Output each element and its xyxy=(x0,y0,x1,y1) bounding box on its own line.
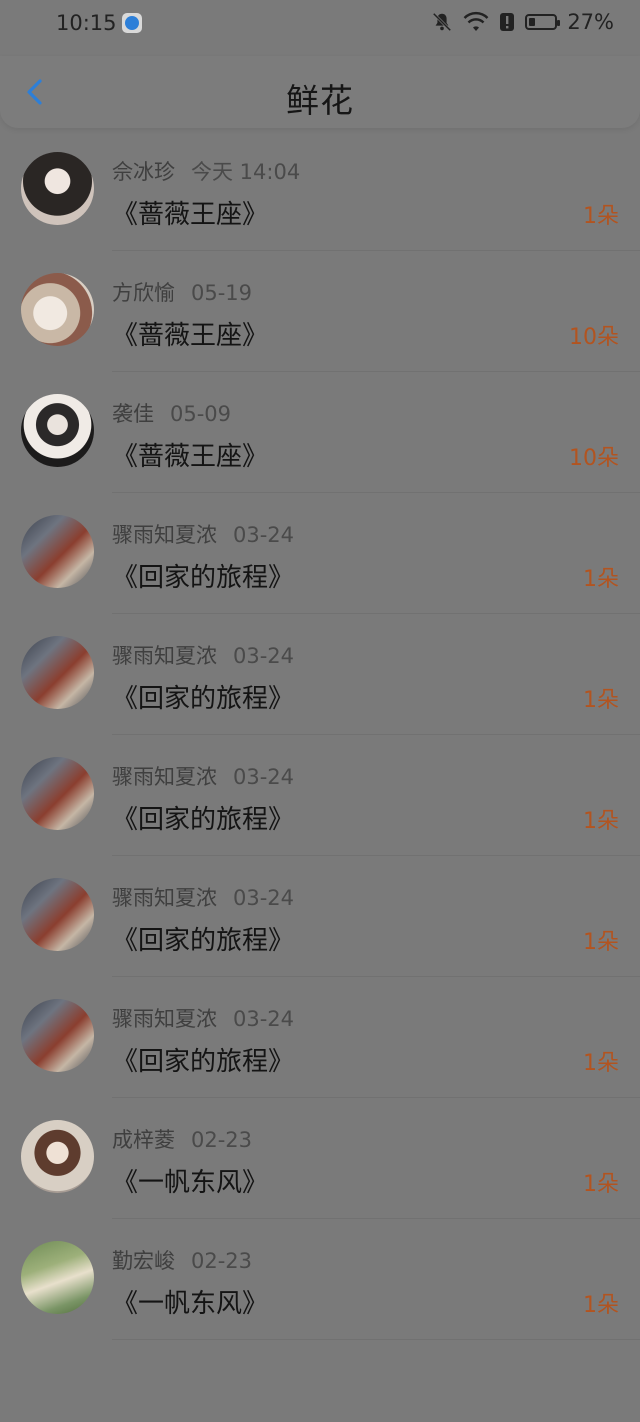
header: 鲜花 xyxy=(0,56,640,128)
list-item[interactable]: 成梓菱 02-23 《一帆东风》 1朵 xyxy=(0,1098,640,1219)
sender-name[interactable]: 骤雨知夏浓 xyxy=(112,644,217,668)
divider xyxy=(112,1339,640,1340)
alert-icon xyxy=(500,13,515,31)
gift-count: 1朵 xyxy=(583,688,619,713)
status-time: 10:15 xyxy=(56,11,117,35)
avatar[interactable] xyxy=(21,1120,94,1193)
gift-name: 《一帆东风》 xyxy=(112,1289,269,1319)
battery-percent: 27% xyxy=(567,10,614,34)
gift-name: 《蔷薇王座》 xyxy=(112,442,269,472)
sender-meta: 勤宏峻 02-23 xyxy=(112,1245,252,1275)
avatar[interactable] xyxy=(21,515,94,588)
gift-count: 10朵 xyxy=(569,446,619,471)
sender-meta: 骤雨知夏浓 03-24 xyxy=(112,519,294,549)
sender-name[interactable]: 成梓菱 xyxy=(112,1128,175,1152)
status-bar: 10:15 27% xyxy=(0,0,640,48)
sender-meta: 成梓菱 02-23 xyxy=(112,1124,252,1154)
sender-name[interactable]: 骤雨知夏浓 xyxy=(112,886,217,910)
gift-name: 《回家的旅程》 xyxy=(112,684,295,714)
battery-icon xyxy=(525,14,561,30)
sender-name[interactable]: 勤宏峻 xyxy=(112,1249,175,1273)
list-item[interactable]: 骤雨知夏浓 03-24 《回家的旅程》 1朵 xyxy=(0,614,640,735)
list-item[interactable]: 勤宏峻 02-23 《一帆东风》 1朵 xyxy=(0,1219,640,1340)
sender-meta: 方欣愉 05-19 xyxy=(112,277,252,307)
gift-date: 02-23 xyxy=(191,1249,253,1273)
page-title: 鲜花 xyxy=(286,81,354,120)
gift-date: 03-24 xyxy=(233,886,295,910)
gift-name: 《蔷薇王座》 xyxy=(112,200,269,230)
list-item[interactable]: 骤雨知夏浓 03-24 《回家的旅程》 1朵 xyxy=(0,977,640,1098)
avatar[interactable] xyxy=(21,273,94,346)
gift-date: 05-09 xyxy=(170,402,232,426)
sender-meta: 骤雨知夏浓 03-24 xyxy=(112,761,294,791)
sender-meta: 骤雨知夏浓 03-24 xyxy=(112,640,294,670)
gift-list: 佘冰珍 今天 14:04 《蔷薇王座》 1朵 方欣愉 05-19 《蔷薇王座》 10… xyxy=(0,130,640,1340)
sender-meta: 骤雨知夏浓 03-24 xyxy=(112,882,294,912)
list-item[interactable]: 方欣愉 05-19 《蔷薇王座》 10朵 xyxy=(0,251,640,372)
gift-count: 1朵 xyxy=(583,567,619,592)
gift-date: 今天 14:04 xyxy=(191,160,301,184)
gift-name: 《蔷薇王座》 xyxy=(112,321,269,351)
gift-name: 《回家的旅程》 xyxy=(112,563,295,593)
avatar[interactable] xyxy=(21,636,94,709)
wifi-icon xyxy=(463,11,489,31)
mute-bell-icon xyxy=(433,12,452,32)
sender-name[interactable]: 骤雨知夏浓 xyxy=(112,523,217,547)
status-icons: 27% xyxy=(431,10,614,34)
gift-date: 03-24 xyxy=(233,1007,295,1031)
gift-count: 1朵 xyxy=(583,204,619,229)
sender-meta: 骤雨知夏浓 03-24 xyxy=(112,1003,294,1033)
sender-meta: 佘冰珍 今天 14:04 xyxy=(112,156,300,186)
list-item[interactable]: 骤雨知夏浓 03-24 《回家的旅程》 1朵 xyxy=(0,856,640,977)
sender-name[interactable]: 骤雨知夏浓 xyxy=(112,765,217,789)
list-item[interactable]: 佘冰珍 今天 14:04 《蔷薇王座》 1朵 xyxy=(0,130,640,251)
gift-name: 《回家的旅程》 xyxy=(112,805,295,835)
gift-date: 03-24 xyxy=(233,765,295,789)
avatar[interactable] xyxy=(21,152,94,225)
list-item[interactable]: 骤雨知夏浓 03-24 《回家的旅程》 1朵 xyxy=(0,735,640,856)
gift-count: 1朵 xyxy=(583,1172,619,1197)
gift-count: 1朵 xyxy=(583,1051,619,1076)
gift-count: 10朵 xyxy=(569,325,619,350)
gift-count: 1朵 xyxy=(583,930,619,955)
list-item[interactable]: 骤雨知夏浓 03-24 《回家的旅程》 1朵 xyxy=(0,493,640,614)
gift-date: 05-19 xyxy=(191,281,253,305)
app-icon xyxy=(122,13,142,33)
list-item[interactable]: 袭佳 05-09 《蔷薇王座》 10朵 xyxy=(0,372,640,493)
avatar[interactable] xyxy=(21,757,94,830)
gift-name: 《回家的旅程》 xyxy=(112,926,295,956)
avatar[interactable] xyxy=(21,999,94,1072)
avatar[interactable] xyxy=(21,394,94,467)
sender-name[interactable]: 佘冰珍 xyxy=(112,160,175,184)
gift-name: 《一帆东风》 xyxy=(112,1168,269,1198)
gift-date: 02-23 xyxy=(191,1128,253,1152)
avatar[interactable] xyxy=(21,1241,94,1314)
gift-count: 1朵 xyxy=(583,1293,619,1318)
sender-name[interactable]: 骤雨知夏浓 xyxy=(112,1007,217,1031)
sender-name[interactable]: 方欣愉 xyxy=(112,281,175,305)
gift-name: 《回家的旅程》 xyxy=(112,1047,295,1077)
gift-date: 03-24 xyxy=(233,523,295,547)
sender-name[interactable]: 袭佳 xyxy=(112,402,154,426)
sender-meta: 袭佳 05-09 xyxy=(112,398,231,428)
avatar[interactable] xyxy=(21,878,94,951)
gift-count: 1朵 xyxy=(583,809,619,834)
gift-date: 03-24 xyxy=(233,644,295,668)
